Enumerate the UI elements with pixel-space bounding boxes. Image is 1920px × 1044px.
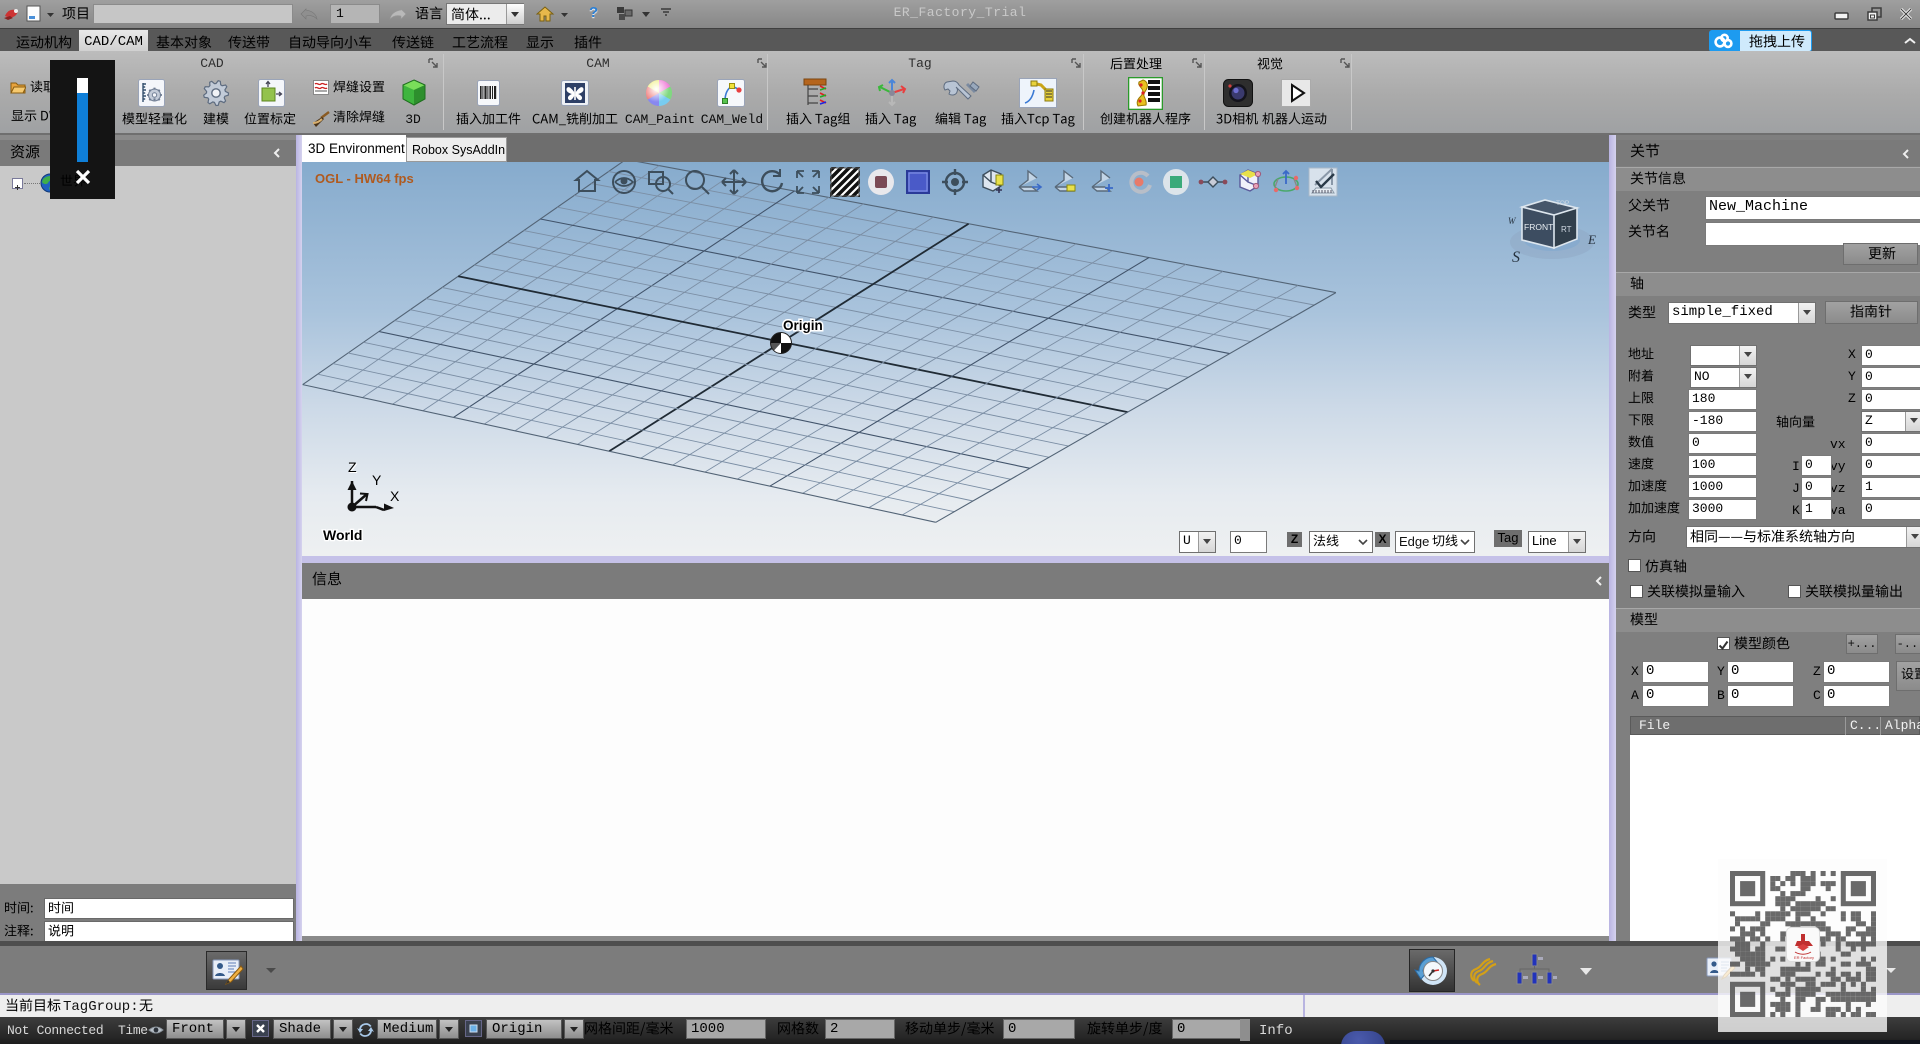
svg-text:Y: Y <box>372 472 382 488</box>
svg-text:E: E <box>1587 232 1596 247</box>
svg-text:ER Factory: ER Factory <box>1794 955 1814 960</box>
svg-text:W: W <box>1508 216 1517 226</box>
svg-text:FRONT: FRONT <box>1524 222 1553 232</box>
svg-text:Origin: Origin <box>783 318 823 333</box>
svg-text:RT: RT <box>1561 225 1572 234</box>
svg-text:X: X <box>390 488 400 504</box>
svg-text:S: S <box>1512 249 1520 266</box>
svg-text:World: World <box>323 527 362 543</box>
svg-text:Z: Z <box>348 459 357 475</box>
svg-text:TOP: TOP <box>1556 200 1569 207</box>
